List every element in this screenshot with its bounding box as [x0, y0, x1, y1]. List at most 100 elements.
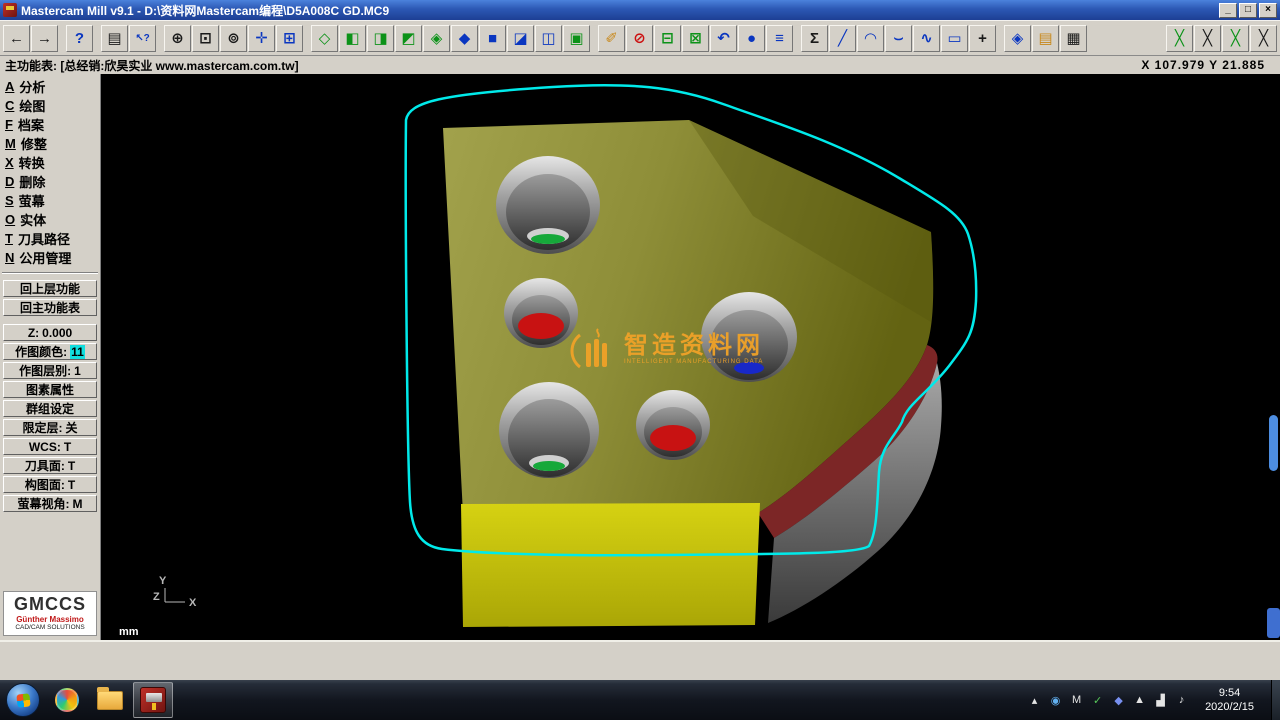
graphics-viewport[interactable]: Y Z X 智造资料网 INTELLIGENT MANUFACTURING DA…: [101, 74, 1280, 640]
pan-button[interactable]: ✛: [248, 25, 275, 52]
gview-dynamic-button[interactable]: ◈: [423, 25, 450, 52]
screen-next-button[interactable]: ⊟: [654, 25, 681, 52]
editor-button[interactable]: ▤: [101, 25, 128, 52]
analyze-cursor-button[interactable]: ↖?: [129, 25, 156, 52]
attributes-button[interactable]: 图素属性: [3, 381, 97, 398]
delete-entity-button[interactable]: ⊘: [626, 25, 653, 52]
fit-screen-button[interactable]: ⊞: [276, 25, 303, 52]
start-button[interactable]: [6, 683, 40, 717]
zoom-window-button[interactable]: ⊡: [192, 25, 219, 52]
sidebar-item-analyze[interactable]: A分析: [1, 77, 99, 96]
screen-grid-button[interactable]: ⊠: [682, 25, 709, 52]
tray-expand-icon[interactable]: ▴: [1028, 694, 1041, 707]
window-title: Mastercam Mill v9.1 - D:\资料网Mastercam编程\…: [21, 2, 389, 19]
shading-toggle-button[interactable]: ▣: [563, 25, 590, 52]
forward-button[interactable]: →: [31, 25, 58, 52]
create-fillet-button[interactable]: ⌣: [885, 25, 912, 52]
folder-icon: [97, 691, 123, 710]
taskbar-clock[interactable]: 9:54 2020/2/15: [1196, 686, 1263, 715]
list-button[interactable]: ≡: [766, 25, 793, 52]
zoom-in-button[interactable]: ⊕: [164, 25, 191, 52]
cursor-coordinates: X 107.979 Y 21.885: [1141, 58, 1275, 72]
wcs-field[interactable]: WCS:T: [3, 438, 97, 455]
tray-usb-icon[interactable]: ▲: [1133, 694, 1146, 706]
gview-top-wireframe-button[interactable]: ◧: [339, 25, 366, 52]
gview-front-shaded-button[interactable]: ◪: [507, 25, 534, 52]
gview-front-wireframe-button[interactable]: ◨: [367, 25, 394, 52]
create-arc-button[interactable]: ◠: [857, 25, 884, 52]
scroll-widget[interactable]: [1267, 608, 1280, 638]
hole-counterbore-1[interactable]: [496, 156, 600, 254]
blank-entity-button[interactable]: ✐: [598, 25, 625, 52]
taskbar-explorer-icon[interactable]: [90, 682, 130, 718]
taskbar-mastercam-icon[interactable]: [133, 682, 173, 718]
minimize-button[interactable]: _: [1219, 3, 1237, 18]
calculator-button[interactable]: Σ: [801, 25, 828, 52]
layers-button[interactable]: ▤: [1032, 25, 1059, 52]
create-line-button[interactable]: ╱: [829, 25, 856, 52]
hole-counterbore-5[interactable]: [636, 390, 710, 460]
zoom-scale-button[interactable]: ⊚: [220, 25, 247, 52]
sidebar-divider: [2, 272, 98, 274]
main-menu-button[interactable]: 回主功能表: [3, 299, 97, 316]
graphics-view-field[interactable]: 萤幕视角:M: [3, 495, 97, 512]
screen-toggle-4-button[interactable]: ╳: [1250, 25, 1277, 52]
screen-toggle-2-button[interactable]: ╳: [1194, 25, 1221, 52]
undo-button[interactable]: ↶: [710, 25, 737, 52]
watermark-subtitle: INTELLIGENT MANUFACTURING DATA: [624, 359, 764, 365]
gmccs-logo-line2: CAD/CAM SOLUTIONS: [4, 624, 96, 631]
gview-top-shaded-button[interactable]: ■: [479, 25, 506, 52]
groups-button[interactable]: 群组设定: [3, 400, 97, 417]
viewports-button[interactable]: ▦: [1060, 25, 1087, 52]
taskbar-browser-icon[interactable]: [47, 682, 87, 718]
maximize-button[interactable]: □: [1239, 3, 1257, 18]
gview-side-shaded-button[interactable]: ◫: [535, 25, 562, 52]
help-button[interactable]: ?: [66, 25, 93, 52]
tray-security-icon[interactable]: ✓: [1091, 694, 1104, 707]
draw-color-field[interactable]: 作图颜色:11: [3, 343, 97, 360]
tray-volume-icon[interactable]: ♪: [1175, 694, 1188, 706]
taskbar: ▴ ◉ M ✓ ◆ ▲ ▟ ♪ 9:54 2020/2/15: [0, 680, 1280, 720]
gmccs-logo-line1: Günther Massimo: [4, 615, 96, 624]
tool-plane-field[interactable]: 刀具面:T: [3, 457, 97, 474]
sidebar-item-create[interactable]: C绘图: [1, 96, 99, 115]
hole-counterbore-2[interactable]: [504, 278, 578, 348]
sidebar-item-xform[interactable]: X转换: [1, 153, 99, 172]
screen-toggle-1-button[interactable]: ╳: [1166, 25, 1193, 52]
construction-plane-field[interactable]: 构图面:T: [3, 476, 97, 493]
tray-sync-icon[interactable]: ◆: [1112, 694, 1125, 707]
z-depth-field[interactable]: Z:0.000: [3, 324, 97, 341]
scrollbar-thumb[interactable]: [1269, 415, 1278, 471]
mask-level-field[interactable]: 限定层:关: [3, 419, 97, 436]
show-desktop-button[interactable]: [1271, 680, 1280, 720]
draw-level-field[interactable]: 作图层别:1: [3, 362, 97, 379]
sidebar-item-solids[interactable]: O实体: [1, 210, 99, 229]
watermark-title: 智造资料网: [624, 333, 764, 359]
create-spline-button[interactable]: ∿: [913, 25, 940, 52]
hole-counterbore-4[interactable]: [499, 382, 599, 478]
back-one-level-button[interactable]: 回上层功能: [3, 280, 97, 297]
create-point-button[interactable]: +: [969, 25, 996, 52]
render-button[interactable]: ●: [738, 25, 765, 52]
tray-message-icon[interactable]: ◉: [1049, 694, 1062, 707]
units-label: mm: [119, 626, 139, 638]
back-button[interactable]: ←: [3, 25, 30, 52]
status-line: 主功能表: [总经销:欣昊实业 www.mastercam.com.tw] X …: [0, 56, 1280, 74]
gmccs-logo-title: GMCCS: [4, 595, 96, 613]
sidebar-item-modify[interactable]: M修整: [1, 134, 99, 153]
tray-network-icon[interactable]: ▟: [1154, 694, 1167, 707]
close-button[interactable]: ×: [1259, 3, 1277, 18]
tray-ime-icon[interactable]: M: [1070, 694, 1083, 706]
sidebar-item-file[interactable]: F档案: [1, 115, 99, 134]
gview-iso-wireframe-button[interactable]: ◇: [311, 25, 338, 52]
screen-toggle-3-button[interactable]: ╳: [1222, 25, 1249, 52]
gview-iso-shaded-button[interactable]: ◆: [451, 25, 478, 52]
solids-button[interactable]: ◈: [1004, 25, 1031, 52]
sidebar-item-screen[interactable]: S萤幕: [1, 191, 99, 210]
sidebar-item-utilities[interactable]: N公用管理: [1, 248, 99, 267]
prompt-bar: [0, 640, 1280, 680]
create-rectangle-button[interactable]: ▭: [941, 25, 968, 52]
gview-side-wireframe-button[interactable]: ◩: [395, 25, 422, 52]
sidebar-item-delete[interactable]: D删除: [1, 172, 99, 191]
sidebar-item-toolpaths[interactable]: T刀具路径: [1, 229, 99, 248]
